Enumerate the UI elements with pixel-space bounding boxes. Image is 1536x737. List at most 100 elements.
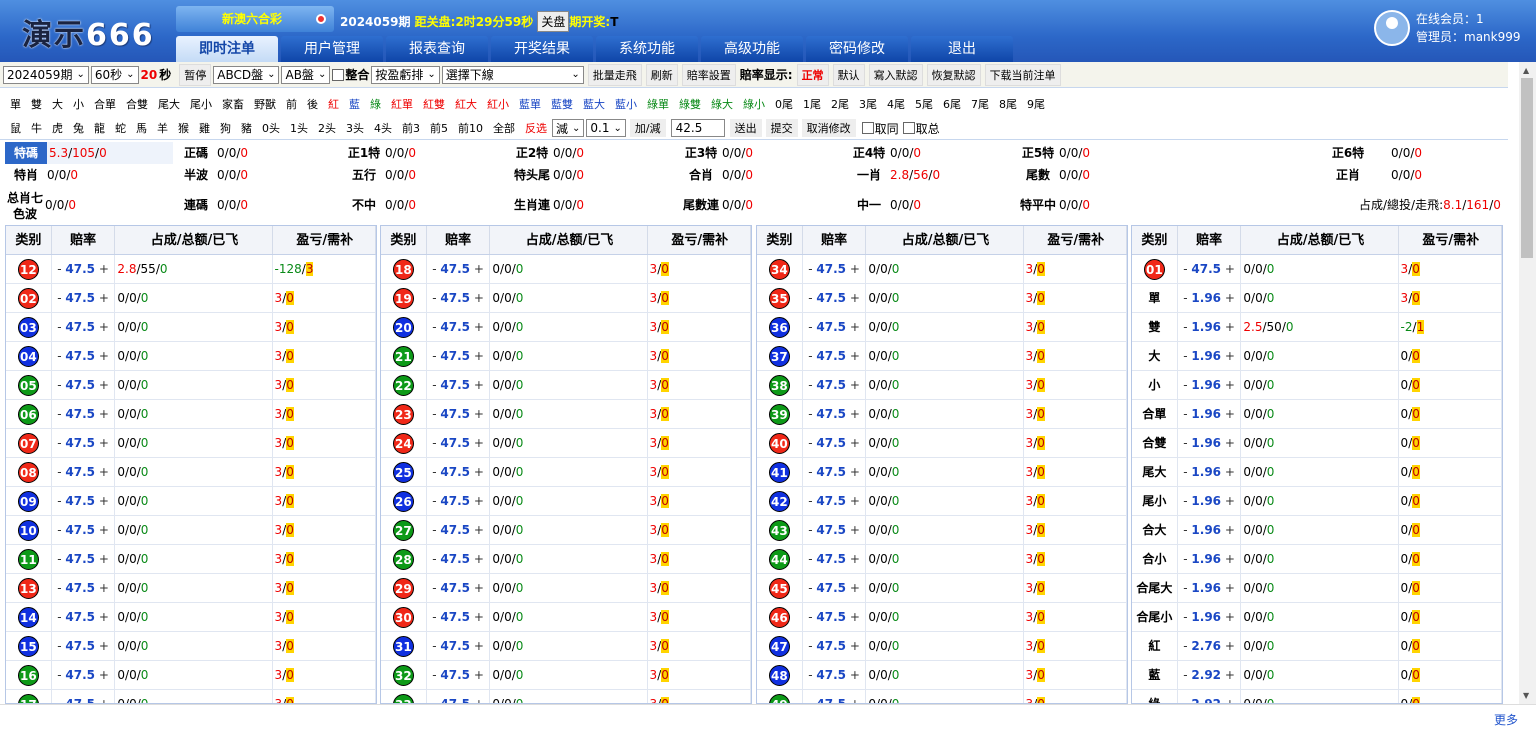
shortcut-18[interactable]: 紅小 xyxy=(482,96,514,112)
increase-odds-button[interactable]: + xyxy=(470,552,484,566)
stake-total[interactable]: 0 xyxy=(1255,552,1263,566)
odds-value[interactable]: 47.5 xyxy=(440,552,470,566)
stake-total[interactable]: 0 xyxy=(880,465,888,479)
need-fill[interactable]: 0 xyxy=(286,291,294,305)
shortcut-5[interactable]: 合雙 xyxy=(121,96,153,112)
increase-odds-button[interactable]: + xyxy=(1221,465,1235,479)
stake-total[interactable]: 0 xyxy=(1255,639,1263,653)
increase-odds-button[interactable]: + xyxy=(470,291,484,305)
increase-odds-button[interactable]: + xyxy=(470,349,484,363)
need-fill[interactable]: 0 xyxy=(1037,523,1045,537)
increase-odds-button[interactable]: + xyxy=(95,407,109,421)
odds-value[interactable]: 47.5 xyxy=(440,291,470,305)
need-fill[interactable]: 0 xyxy=(1412,349,1420,363)
stake-total[interactable]: 0 xyxy=(129,494,137,508)
increase-odds-button[interactable]: + xyxy=(95,494,109,508)
increase-odds-button[interactable]: + xyxy=(846,552,860,566)
odds-value[interactable]: 47.5 xyxy=(65,320,95,334)
increase-odds-button[interactable]: + xyxy=(846,494,860,508)
increase-odds-button[interactable]: + xyxy=(1221,407,1235,421)
shortcut-34[interactable]: 7尾 xyxy=(966,96,994,112)
increase-odds-button[interactable]: + xyxy=(846,610,860,624)
increase-odds-button[interactable]: + xyxy=(95,697,109,703)
need-fill[interactable]: 0 xyxy=(286,668,294,682)
odds-value[interactable]: 47.5 xyxy=(440,465,470,479)
stake-total[interactable]: 0 xyxy=(1255,262,1263,276)
increase-odds-button[interactable]: + xyxy=(470,436,484,450)
need-fill[interactable]: 0 xyxy=(1037,552,1045,566)
shortcut-28[interactable]: 1尾 xyxy=(798,96,826,112)
need-fill[interactable]: 0 xyxy=(1037,407,1045,421)
shortcut-4[interactable]: 合單 xyxy=(89,96,121,112)
need-fill[interactable]: 0 xyxy=(286,465,294,479)
odds-value[interactable]: 47.5 xyxy=(65,552,95,566)
odds-value[interactable]: 47.5 xyxy=(816,639,846,653)
shortcut-zodiac-17[interactable]: 前3 xyxy=(397,120,425,136)
odds-value[interactable]: 1.96 xyxy=(1191,320,1221,334)
shortcut-zodiac-13[interactable]: 1头 xyxy=(285,120,313,136)
need-fill[interactable]: 0 xyxy=(286,697,294,703)
increase-odds-button[interactable]: + xyxy=(1221,320,1235,334)
increase-odds-button[interactable]: + xyxy=(846,639,860,653)
need-fill[interactable]: 0 xyxy=(1412,436,1420,450)
increase-odds-button[interactable]: + xyxy=(470,465,484,479)
increase-odds-button[interactable]: + xyxy=(1221,610,1235,624)
odds-value[interactable]: 1.96 xyxy=(1191,378,1221,392)
stake-total[interactable]: 0 xyxy=(504,407,512,421)
need-fill[interactable]: 0 xyxy=(1037,465,1045,479)
lottery-selector[interactable]: 新澳六合彩 xyxy=(176,6,334,32)
odds-value[interactable]: 47.5 xyxy=(816,610,846,624)
shortcut-0[interactable]: 單 xyxy=(5,96,26,112)
odds-value[interactable]: 1.96 xyxy=(1191,523,1221,537)
disk-select-abcd[interactable]: ABCD盤 xyxy=(213,65,280,84)
batch-fly-button[interactable]: 批量走飛 xyxy=(587,63,642,86)
need-fill[interactable]: 0 xyxy=(661,349,669,363)
merge-checkbox[interactable] xyxy=(332,68,345,81)
odds-value[interactable]: 47.5 xyxy=(816,291,846,305)
need-fill[interactable]: 0 xyxy=(286,407,294,421)
need-fill[interactable]: 0 xyxy=(661,407,669,421)
increase-odds-button[interactable]: + xyxy=(95,436,109,450)
need-fill[interactable]: 0 xyxy=(286,494,294,508)
increase-odds-button[interactable]: + xyxy=(1221,639,1235,653)
scroll-up-icon[interactable]: ▲ xyxy=(1523,66,1529,75)
odds-value[interactable]: 47.5 xyxy=(440,436,470,450)
need-fill[interactable]: 1 xyxy=(1416,320,1425,334)
increase-odds-button[interactable]: + xyxy=(846,262,860,276)
need-fill[interactable]: 0 xyxy=(1037,262,1045,276)
need-fill[interactable]: 0 xyxy=(661,639,669,653)
disk-select-ab[interactable]: AB盤 xyxy=(281,65,331,84)
stake-total[interactable]: 0 xyxy=(504,291,512,305)
need-fill[interactable]: 0 xyxy=(661,697,669,703)
increase-odds-button[interactable]: + xyxy=(95,320,109,334)
increase-odds-button[interactable]: + xyxy=(846,465,860,479)
increase-odds-button[interactable]: + xyxy=(846,523,860,537)
need-fill[interactable]: 0 xyxy=(1037,494,1045,508)
need-fill[interactable]: 0 xyxy=(661,552,669,566)
need-fill[interactable]: 0 xyxy=(1412,465,1420,479)
odds-value[interactable]: 1.96 xyxy=(1191,436,1221,450)
increase-odds-button[interactable]: + xyxy=(95,639,109,653)
stake-total[interactable]: 0 xyxy=(129,378,137,392)
shortcut-1[interactable]: 雙 xyxy=(26,96,47,112)
odds-value[interactable]: 47.5 xyxy=(65,436,95,450)
refresh-interval-select[interactable]: 60秒 xyxy=(90,65,139,84)
need-fill[interactable]: 0 xyxy=(661,523,669,537)
increase-odds-button[interactable]: + xyxy=(846,581,860,595)
odds-value[interactable]: 47.5 xyxy=(440,407,470,421)
shortcut-zodiac-5[interactable]: 蛇 xyxy=(110,120,131,136)
need-fill[interactable]: 0 xyxy=(661,465,669,479)
scrollbar[interactable]: ▲ ▼ xyxy=(1519,62,1536,704)
stake-total[interactable]: 0 xyxy=(129,697,137,703)
odds-value[interactable]: 47.5 xyxy=(65,639,95,653)
tab-7[interactable]: 退出 xyxy=(911,36,1013,62)
shortcut-25[interactable]: 綠大 xyxy=(706,96,738,112)
odds-value[interactable]: 1.96 xyxy=(1191,494,1221,508)
scroll-down-icon[interactable]: ▼ xyxy=(1523,691,1529,700)
stake-total[interactable]: 0 xyxy=(880,436,888,450)
need-fill[interactable]: 0 xyxy=(661,262,669,276)
odds-value[interactable]: 2.76 xyxy=(1191,639,1221,653)
stake-total[interactable]: 0 xyxy=(1255,668,1263,682)
tab-1[interactable]: 用户管理 xyxy=(281,36,383,62)
shortcut-21[interactable]: 藍大 xyxy=(578,96,610,112)
